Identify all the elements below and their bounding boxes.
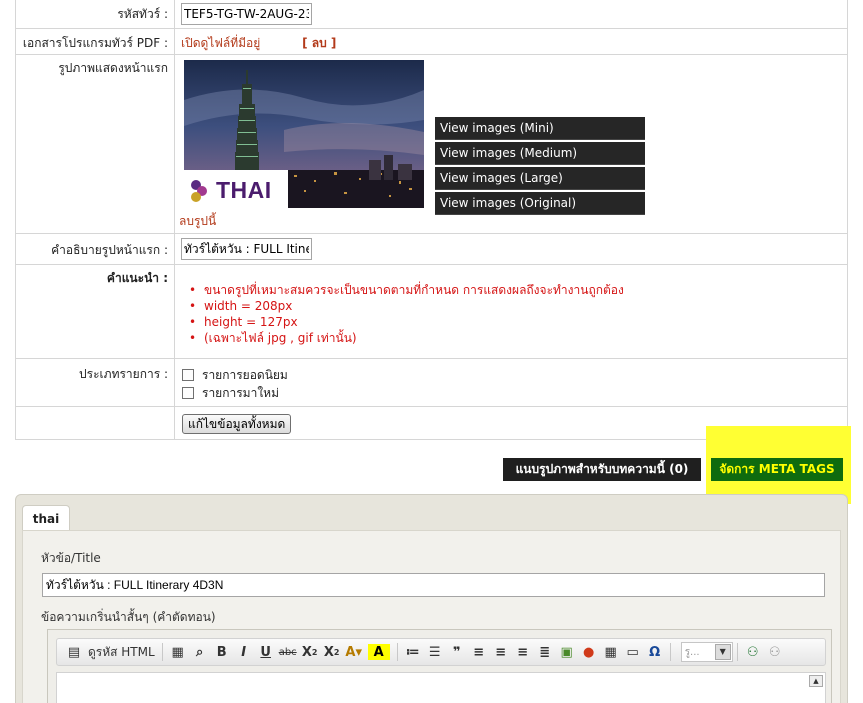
pdf-label: เอกสารโปรแกรมทัวร์ PDF :	[16, 29, 175, 54]
caption-input[interactable]	[181, 238, 312, 260]
caption-row: คำอธิบายรูปหน้าแรก :	[16, 234, 847, 265]
title-input[interactable]	[42, 573, 825, 597]
new-checkbox[interactable]	[182, 387, 194, 399]
advice-row: คำแนะนำ : ขนาดรูปที่เหมาะสมควรจะเป็นขนาด…	[16, 265, 847, 359]
meta-tags-button[interactable]: จัดการ META TAGS	[711, 458, 843, 481]
scroll-up-icon[interactable]: ▲	[809, 675, 823, 687]
pdf-open-link[interactable]: เปิดดูไฟล์ที่มีอยู่	[181, 36, 260, 50]
advice-list: ขนาดรูปที่เหมาะสมควรจะเป็นขนาดตามที่กำหน…	[181, 282, 847, 346]
tour-code-label: รหัสทัวร์ :	[16, 0, 175, 28]
view-images-large-button[interactable]: View images (Large)	[435, 167, 645, 190]
bold-icon[interactable]: B	[211, 641, 233, 663]
table-icon[interactable]: ▦	[600, 641, 622, 663]
blockquote-icon[interactable]: ❞	[446, 641, 468, 663]
title-label: หัวข้อ/Title	[41, 551, 101, 565]
editor-toolbar: ▤ ดูรหัส HTML ▦ ⌕ B I U abc X2 X2 A▾ A ≔…	[56, 638, 826, 666]
view-images-medium-button[interactable]: View images (Medium)	[435, 142, 645, 165]
underline-icon[interactable]: U	[255, 641, 277, 663]
align-right-icon[interactable]: ≡	[512, 641, 534, 663]
chevron-down-icon[interactable]: ▼	[714, 644, 731, 660]
cover-image: THAI	[184, 60, 424, 208]
editor-content-area[interactable]: ▲	[56, 672, 826, 703]
flash-icon[interactable]: ●	[578, 641, 600, 663]
align-left-icon[interactable]: ≡	[468, 641, 490, 663]
popular-option: รายการยอดนิยม	[182, 366, 847, 384]
subscript-icon[interactable]: X2	[299, 641, 321, 663]
new-option: รายการมาใหม่	[182, 384, 847, 402]
format-select-value: รู...	[684, 646, 700, 658]
tour-edit-form: รหัสทัวร์ : เอกสารโปรแกรมทัวร์ PDF : เปิ…	[15, 0, 848, 440]
strikethrough-icon[interactable]: abc	[277, 641, 299, 663]
unlink-icon[interactable]: ⚇	[764, 641, 786, 663]
pdf-delete-link[interactable]: [ ลบ ]	[302, 36, 336, 50]
tour-code-input[interactable]	[181, 3, 312, 25]
align-center-icon[interactable]: ≡	[490, 641, 512, 663]
thai-logo-text: THAI	[216, 177, 272, 203]
caption-label: คำอธิบายรูปหน้าแรก :	[16, 234, 175, 264]
view-images-original-button[interactable]: View images (Original)	[435, 192, 645, 215]
horizontal-rule-icon[interactable]: ▭	[622, 641, 644, 663]
advice-item: ขนาดรูปที่เหมาะสมควรจะเป็นขนาดตามที่กำหน…	[189, 282, 847, 298]
special-char-icon[interactable]: Ω	[644, 641, 666, 663]
attach-images-button[interactable]: แนบรูปภาพสำหรับบทความนี้ (0)	[503, 458, 701, 481]
advice-item: (เฉพาะไฟล์ jpg , gif เท่านั้น)	[189, 330, 847, 346]
link-icon[interactable]: ⚇	[742, 641, 764, 663]
advice-item: height = 127px	[189, 314, 847, 330]
format-select[interactable]: รู... ▼	[680, 642, 733, 662]
listing-type-label: ประเภทรายการ :	[16, 359, 175, 406]
popular-option-label: รายการยอดนิยม	[202, 367, 288, 382]
cover-image-row: รูปภาพแสดงหน้าแรก THAI View images (Mini…	[16, 55, 847, 234]
image-icon[interactable]: ▣	[556, 641, 578, 663]
tour-code-row: รหัสทัวร์ :	[16, 0, 847, 29]
cover-image-label: รูปภาพแสดงหน้าแรก	[16, 55, 175, 233]
tab-thai[interactable]: thai	[22, 505, 70, 531]
find-replace-icon[interactable]: ⌕	[189, 641, 211, 663]
summary-label: ข้อความเกริ่นนำสั้นๆ (คำตัดทอน)	[41, 610, 216, 624]
templates-icon[interactable]: ▦	[167, 641, 189, 663]
source-icon[interactable]: ▤	[63, 641, 85, 663]
justify-icon[interactable]: ≣	[534, 641, 556, 663]
bullet-list-icon[interactable]: ☰	[424, 641, 446, 663]
tab-content: หัวข้อ/Title ข้อความเกริ่นนำสั้นๆ (คำตัด…	[22, 530, 841, 703]
italic-icon[interactable]: I	[233, 641, 255, 663]
background-color-icon[interactable]: A	[367, 644, 390, 660]
listing-type-row: ประเภทรายการ : รายการยอดนิยม รายการมาใหม…	[16, 359, 847, 407]
rich-text-editor: ▤ ดูรหัส HTML ▦ ⌕ B I U abc X2 X2 A▾ A ≔…	[47, 629, 832, 703]
new-option-label: รายการมาใหม่	[202, 385, 279, 400]
view-images-mini-button[interactable]: View images (Mini)	[435, 117, 645, 140]
language-panel: thai หัวข้อ/Title ข้อความเกริ่นนำสั้นๆ (…	[15, 494, 848, 703]
popular-checkbox[interactable]	[182, 369, 194, 381]
text-color-icon[interactable]: A▾	[343, 641, 365, 663]
numbered-list-icon[interactable]: ≔	[402, 641, 424, 663]
edit-all-button[interactable]: แก้ไขข้อมูลทั้งหมด	[182, 414, 292, 434]
pdf-row: เอกสารโปรแกรมทัวร์ PDF : เปิดดูไฟล์ที่มี…	[16, 29, 847, 55]
advice-label: คำแนะนำ :	[16, 265, 175, 358]
source-button[interactable]: ดูรหัส HTML	[85, 641, 158, 663]
delete-image-link[interactable]: ลบรูปนี้	[179, 212, 216, 231]
advice-item: width = 208px	[189, 298, 847, 314]
superscript-icon[interactable]: X2	[321, 641, 343, 663]
